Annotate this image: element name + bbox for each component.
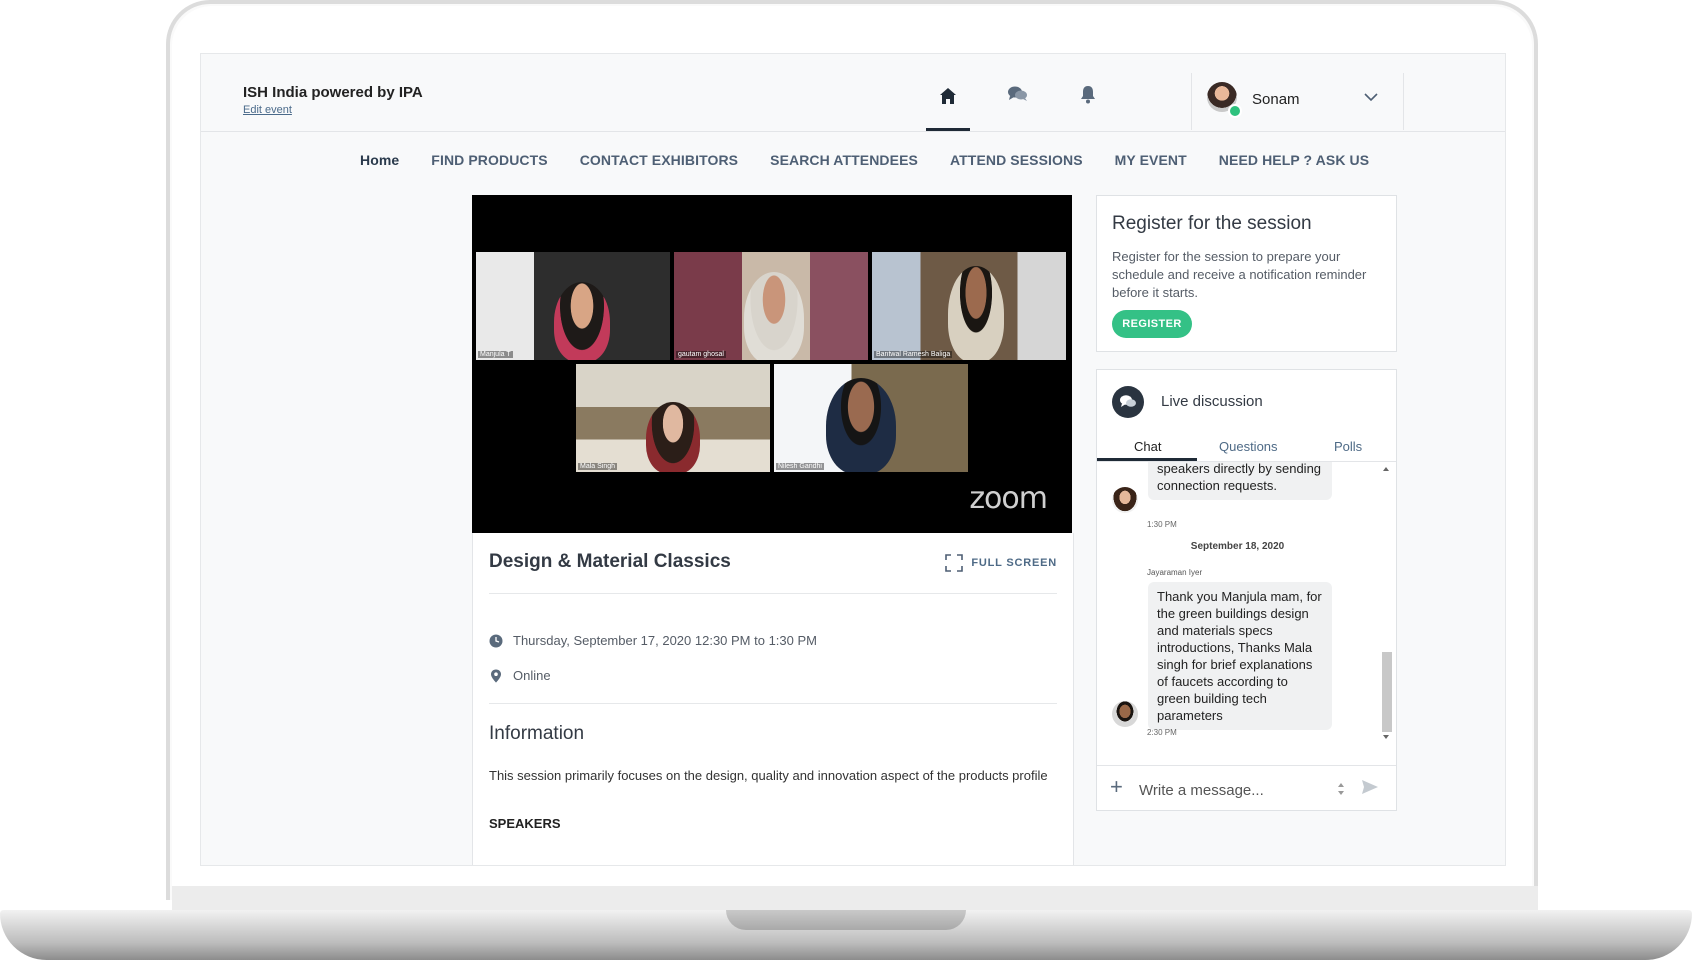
message-composer: +: [1097, 765, 1396, 810]
chat-avatar: [1112, 487, 1138, 513]
register-card: Register for the session Register for th…: [1096, 195, 1397, 352]
session-video-player[interactable]: Manjula T gautam ghosal Bantwal Ramesh B…: [472, 195, 1072, 533]
menu-item-search-attendees[interactable]: SEARCH ATTENDEES: [754, 152, 934, 168]
divider: [489, 703, 1057, 704]
spinner-arrows-icon[interactable]: [1336, 780, 1346, 798]
video-tile: gautam ghosal: [674, 252, 868, 360]
edit-event-link[interactable]: Edit event: [243, 104, 292, 116]
chat-message-bubble: Thank you Manjula mam, for the green bui…: [1148, 582, 1332, 730]
session-details-card: Design & Material Classics FULL SCREEN T…: [472, 533, 1074, 865]
participant-name: Nilesh Gandhi: [776, 463, 824, 470]
scroll-down-arrow-icon[interactable]: [1379, 732, 1393, 742]
menu-item-find-products[interactable]: FIND PRODUCTS: [415, 152, 563, 168]
event-brand-name: ISH India powered by IPA: [243, 84, 423, 101]
video-tile: Nilesh Gandhi: [774, 364, 968, 472]
zoom-logo: zoom: [969, 481, 1048, 516]
video-tile: Mala Singh: [576, 364, 770, 472]
participant-video: [646, 402, 700, 472]
participant-name: Bantwal Ramesh Baliga: [874, 351, 953, 358]
register-title: Register for the session: [1112, 213, 1312, 234]
session-location-row: Online: [489, 668, 551, 683]
laptop-notch: [726, 910, 966, 930]
scroll-up-arrow-icon[interactable]: [1379, 464, 1393, 474]
register-description: Register for the session to prepare your…: [1112, 249, 1367, 300]
active-tab-indicator: [1097, 458, 1197, 461]
menu-item-my-event[interactable]: MY EVENT: [1099, 152, 1203, 168]
chat-message-sender: Jayaraman Iyer: [1147, 568, 1203, 577]
fullscreen-button[interactable]: FULL SCREEN: [945, 554, 1057, 572]
tab-questions[interactable]: Questions: [1219, 439, 1278, 454]
clock-icon: [489, 634, 503, 647]
chevron-down-icon[interactable]: [1364, 93, 1378, 102]
chat-scrollbar[interactable]: [1379, 462, 1393, 744]
information-heading: Information: [489, 723, 585, 744]
video-tile: Manjula T: [476, 252, 670, 360]
tab-chat[interactable]: Chat: [1134, 439, 1161, 454]
add-attachment-button[interactable]: +: [1110, 776, 1123, 798]
participant-name: Mala Singh: [578, 463, 618, 470]
fullscreen-label: FULL SCREEN: [971, 557, 1057, 569]
menu-item-home[interactable]: Home: [344, 152, 415, 168]
chat-avatar: [1112, 701, 1138, 727]
participant-name: gautam ghosal: [676, 351, 726, 358]
participant-video: [554, 282, 610, 360]
discussion-icon: [1112, 386, 1144, 418]
session-datetime-row: Thursday, September 17, 2020 12:30 PM to…: [489, 633, 817, 648]
chat-message-bubble: speakers directly by sending connection …: [1148, 462, 1332, 500]
home-nav-button[interactable]: [926, 79, 970, 131]
chat-message-time: 2:30 PM: [1147, 728, 1177, 737]
speakers-heading: SPEAKERS: [489, 816, 561, 831]
chat-icon: [1008, 86, 1027, 101]
fullscreen-icon: [945, 554, 964, 572]
user-menu[interactable]: Sonam: [1191, 73, 1404, 130]
video-tile: Bantwal Ramesh Baliga: [872, 252, 1066, 360]
menu-item-contact-exhibitors[interactable]: CONTACT EXHIBITORS: [564, 152, 754, 168]
discussion-tabs: Chat Questions Polls: [1097, 433, 1396, 462]
divider: [489, 593, 1057, 594]
home-icon: [940, 88, 956, 104]
tab-polls[interactable]: Polls: [1334, 439, 1362, 454]
discussion-title: Live discussion: [1161, 393, 1263, 410]
laptop-lid-bottom: [172, 886, 1538, 910]
participant-video: [744, 272, 804, 360]
app-screen: ISH India powered by IPA Edit event Sona…: [200, 53, 1506, 866]
live-discussion-panel: Live discussion Chat Questions Polls spe…: [1096, 369, 1397, 811]
session-description: This session primarily focuses on the de…: [489, 768, 1048, 783]
messages-nav-button[interactable]: [996, 79, 1040, 109]
user-name: Sonam: [1252, 91, 1300, 108]
location-pin-icon: [491, 669, 501, 682]
session-datetime: Thursday, September 17, 2020 12:30 PM to…: [513, 633, 817, 648]
online-status-indicator: [1228, 104, 1242, 118]
chat-message-time: 1:30 PM: [1147, 520, 1177, 529]
participant-name: Manjula T: [478, 351, 513, 358]
participant-video: [826, 378, 896, 472]
participant-video: [948, 266, 1004, 360]
notifications-nav-button[interactable]: [1066, 79, 1110, 109]
menu-item-need-help[interactable]: NEED HELP ? ASK US: [1203, 152, 1385, 168]
message-input[interactable]: [1137, 778, 1311, 802]
bell-icon: [1081, 86, 1095, 104]
send-icon[interactable]: [1361, 779, 1379, 795]
session-title: Design & Material Classics: [489, 551, 731, 572]
main-menu: Home FIND PRODUCTS CONTACT EXHIBITORS SE…: [344, 152, 1385, 168]
menu-item-attend-sessions[interactable]: ATTEND SESSIONS: [934, 152, 1099, 168]
register-button[interactable]: REGISTER: [1112, 310, 1192, 338]
top-header: ISH India powered by IPA Edit event Sona…: [201, 54, 1505, 132]
chat-date-separator: September 18, 2020: [1190, 541, 1285, 552]
scroll-thumb[interactable]: [1382, 652, 1392, 732]
chat-messages[interactable]: speakers directly by sending connection …: [1097, 462, 1378, 764]
session-location: Online: [513, 668, 551, 683]
